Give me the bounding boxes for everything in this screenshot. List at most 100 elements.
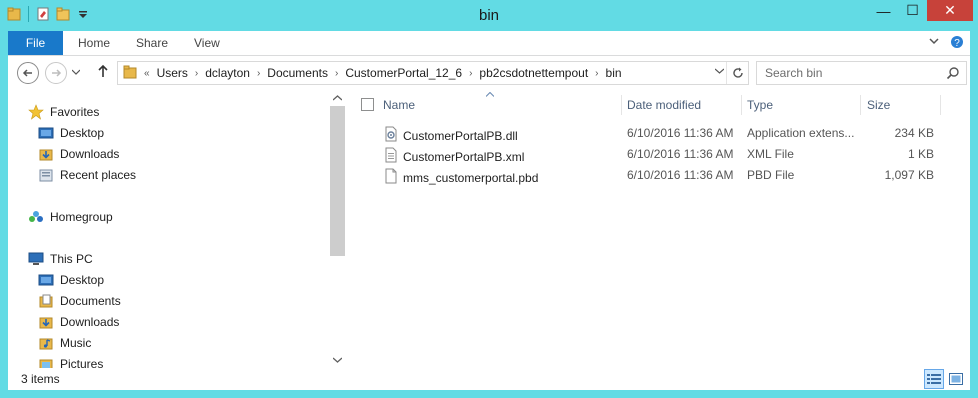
nav-favorites-label: Favorites [50, 105, 100, 119]
column-divider[interactable] [741, 95, 742, 115]
minimize-button[interactable]: — [869, 0, 898, 21]
breadcrumb-bin[interactable]: bin [604, 66, 624, 80]
expand-ribbon-icon[interactable] [928, 35, 940, 52]
column-divider[interactable] [621, 95, 622, 115]
navigation-pane: Favorites Desktop Downloads Recent place… [8, 91, 328, 368]
content-area: Favorites Desktop Downloads Recent place… [8, 91, 970, 368]
xml-file-icon [383, 147, 399, 166]
chevron-right-icon[interactable]: › [464, 68, 477, 79]
nav-pc-pictures[interactable]: Pictures [38, 356, 103, 368]
column-header-name[interactable]: Name [383, 91, 415, 119]
file-name: CustomerPortalPB.xml [403, 149, 525, 164]
dll-icon [383, 126, 399, 145]
breadcrumb-pb2csdotnettempout[interactable]: pb2csdotnettempout [477, 66, 590, 80]
breadcrumb-dclayton[interactable]: dclayton [203, 66, 252, 80]
nav-this-pc-label: This PC [50, 252, 93, 266]
file-size: 1,097 KB [884, 168, 934, 182]
recent-places-icon [38, 167, 54, 183]
sort-ascending-icon [485, 91, 495, 99]
scrollbar-thumb[interactable] [330, 106, 345, 256]
tab-file[interactable]: File [8, 31, 63, 55]
music-icon [38, 335, 54, 351]
address-history-icon[interactable] [714, 66, 725, 76]
file-row[interactable]: mms_customerportal.pbd 6/10/2016 11:36 A… [347, 165, 970, 186]
column-header-type[interactable]: Type [747, 91, 773, 119]
recent-locations-icon[interactable] [71, 68, 81, 77]
tab-share[interactable]: Share [136, 31, 168, 55]
maximize-button[interactable]: ☐ [898, 0, 927, 21]
column-divider[interactable] [940, 95, 941, 115]
close-button[interactable]: ✕ [927, 0, 973, 21]
scroll-down-icon[interactable] [332, 356, 343, 365]
chevron-right-icon[interactable]: › [190, 68, 203, 79]
pictures-icon [38, 356, 54, 368]
breadcrumb-users[interactable]: Users [155, 66, 190, 80]
column-header-size[interactable]: Size [867, 91, 890, 119]
select-all-checkbox[interactable] [361, 98, 374, 111]
file-name-cell: mms_customerportal.pbd [383, 168, 538, 187]
nav-scrollbar[interactable] [329, 91, 346, 368]
downloads-icon [38, 314, 54, 330]
search-box[interactable] [756, 61, 967, 85]
nav-favorites-desktop[interactable]: Desktop [38, 125, 104, 141]
file-row[interactable]: CustomerPortalPB.xml 6/10/2016 11:36 AM … [347, 144, 970, 165]
nav-pc-desktop[interactable]: Desktop [38, 272, 104, 288]
nav-item-label: Downloads [60, 315, 120, 329]
file-date: 6/10/2016 11:36 AM [627, 168, 734, 182]
file-size: 1 KB [907, 147, 934, 161]
column-divider[interactable] [860, 95, 861, 115]
address-bar[interactable]: « Users › dclayton › Documents › Custome… [117, 61, 749, 85]
nav-pc-music[interactable]: Music [38, 335, 91, 351]
nav-item-label: Downloads [60, 147, 120, 161]
large-icons-view-icon [949, 373, 963, 385]
tab-view[interactable]: View [194, 31, 220, 55]
homegroup-icon [28, 209, 44, 225]
refresh-icon[interactable] [726, 62, 748, 84]
nav-item-label: Pictures [60, 357, 104, 368]
nav-item-label: Recent places [60, 168, 137, 182]
chevron-right-icon[interactable]: › [590, 68, 603, 79]
file-row[interactable]: CustomerPortalPB.dll 6/10/2016 11:36 AM … [347, 123, 970, 144]
star-icon [28, 104, 44, 120]
nav-favorites[interactable]: Favorites [28, 104, 99, 120]
search-icon[interactable] [946, 66, 960, 83]
nav-this-pc[interactable]: This PC [28, 251, 93, 267]
file-type: XML File [747, 147, 794, 161]
column-header-date[interactable]: Date modified [627, 91, 701, 119]
nav-favorites-downloads[interactable]: Downloads [38, 146, 119, 162]
nav-homegroup-label: Homegroup [50, 210, 113, 224]
desktop-icon [38, 272, 54, 288]
chevron-right-icon[interactable]: › [252, 68, 265, 79]
help-icon[interactable]: ? [950, 35, 964, 52]
nav-item-label: Desktop [60, 126, 105, 140]
file-date: 6/10/2016 11:36 AM [627, 147, 734, 161]
breadcrumb-overflow[interactable]: « [138, 68, 155, 79]
breadcrumb-documents[interactable]: Documents [265, 66, 330, 80]
view-switcher [924, 369, 966, 389]
file-type: Application extens... [747, 126, 855, 140]
desktop-icon [38, 125, 54, 141]
downloads-icon [38, 146, 54, 162]
file-type: PBD File [747, 168, 795, 182]
details-view-button[interactable] [924, 369, 944, 389]
nav-pc-downloads[interactable]: Downloads [38, 314, 119, 330]
nav-homegroup[interactable]: Homegroup [28, 209, 113, 225]
breadcrumb-customerportal[interactable]: CustomerPortal_12_6 [343, 66, 464, 80]
nav-favorites-recent[interactable]: Recent places [38, 167, 136, 183]
chevron-right-icon[interactable]: › [330, 68, 343, 79]
scroll-up-icon[interactable] [332, 94, 343, 103]
status-bar: 3 items [8, 368, 970, 390]
explorer-window: bin — ☐ ✕ File Home Share View ? « Users… [0, 0, 978, 398]
file-size: 234 KB [894, 126, 934, 140]
ribbon-right-controls: ? [928, 35, 964, 52]
nav-pc-documents[interactable]: Documents [38, 293, 121, 309]
item-count: 3 items [21, 372, 60, 386]
tab-home[interactable]: Home [78, 31, 110, 55]
window-title: bin [478, 7, 500, 24]
back-button[interactable] [17, 62, 39, 84]
search-input[interactable] [757, 66, 937, 80]
forward-button[interactable] [45, 62, 67, 84]
documents-icon [38, 293, 54, 309]
up-button[interactable] [97, 64, 109, 82]
large-icons-view-button[interactable] [946, 369, 966, 389]
